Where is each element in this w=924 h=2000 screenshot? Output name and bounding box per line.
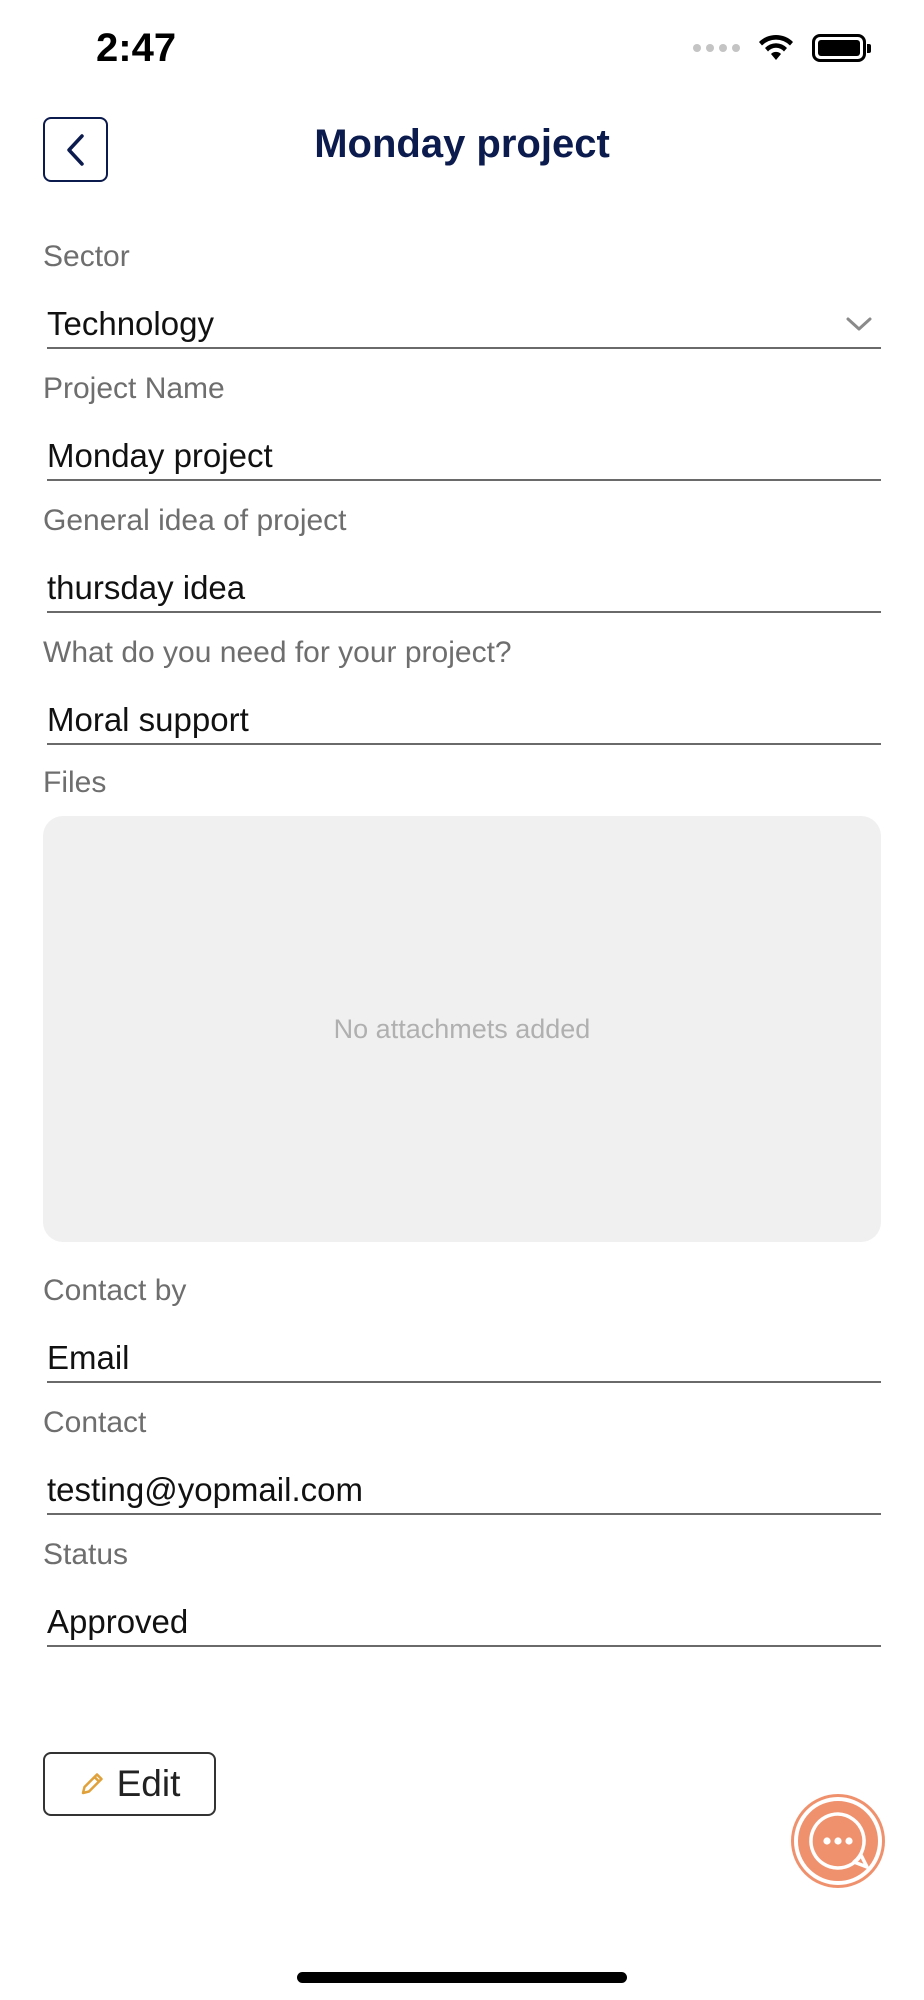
project-name-input[interactable]: Monday project — [47, 433, 881, 481]
contact-by-value: Email — [47, 1339, 130, 1376]
edit-button[interactable]: Edit — [43, 1752, 216, 1816]
needs-label: What do you need for your project? — [43, 636, 512, 669]
signal-icon — [693, 44, 740, 52]
status-label: Status — [43, 1538, 129, 1571]
files-field: Files — [43, 763, 881, 803]
contact-field: Contact testing@yopmail.com — [43, 1403, 881, 1515]
status-time: 2:47 — [96, 26, 177, 70]
status-value: Approved — [47, 1603, 189, 1640]
wifi-icon — [759, 34, 793, 60]
general-idea-input[interactable]: thursday idea — [47, 565, 881, 613]
sector-field: Sector Technology — [43, 237, 881, 349]
general-idea-label: General idea of project — [43, 504, 347, 537]
general-idea-field: General idea of project thursday idea — [43, 501, 881, 613]
contact-by-input[interactable]: Email — [47, 1335, 881, 1383]
files-dropzone[interactable]: No attachmets added — [43, 816, 881, 1242]
chat-button[interactable] — [794, 1797, 882, 1885]
contact-label: Contact — [43, 1406, 147, 1439]
page-title: Monday project — [314, 122, 610, 166]
project-name-label: Project Name — [43, 372, 225, 405]
general-idea-value: thursday idea — [47, 569, 246, 606]
pencil-icon — [81, 1773, 103, 1795]
home-indicator — [297, 1972, 627, 1983]
project-name-value: Monday project — [47, 437, 273, 474]
chat-bubble-icon — [809, 1812, 869, 1870]
files-label: Files — [43, 766, 107, 799]
contact-by-label: Contact by — [43, 1274, 187, 1307]
needs-value: Moral support — [47, 701, 249, 738]
chevron-down-icon — [846, 317, 872, 331]
status-input[interactable]: Approved — [47, 1599, 881, 1647]
battery-icon — [812, 34, 871, 62]
needs-input[interactable]: Moral support — [47, 697, 881, 745]
needs-field: What do you need for your project? Moral… — [43, 633, 881, 745]
sector-value: Technology — [47, 305, 214, 342]
project-name-field: Project Name Monday project — [43, 369, 881, 481]
files-empty-text: No attachmets added — [333, 1013, 591, 1044]
contact-by-field: Contact by Email — [43, 1271, 881, 1383]
status-icons — [693, 34, 871, 62]
contact-input[interactable]: testing@yopmail.com — [47, 1467, 881, 1515]
status-field: Status Approved — [43, 1535, 881, 1647]
project-detail-screen: 2:47 Monday project Sector Technology Pr… — [0, 0, 924, 2000]
sector-dropdown[interactable]: Technology — [47, 301, 881, 349]
sector-label: Sector — [43, 240, 130, 273]
contact-value: testing@yopmail.com — [47, 1471, 363, 1508]
edit-label: Edit — [116, 1763, 181, 1804]
